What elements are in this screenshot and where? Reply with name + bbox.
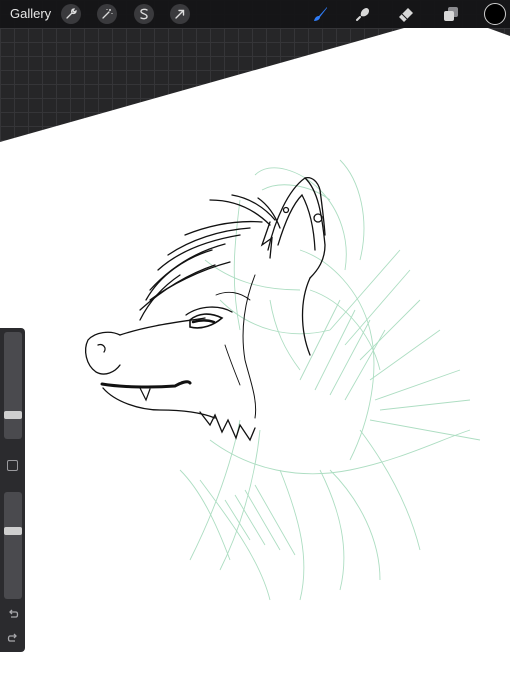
undo-button[interactable]: [5, 606, 21, 622]
modify-button[interactable]: [7, 460, 18, 471]
undo-icon: [9, 609, 19, 618]
smudge-button[interactable]: [352, 3, 374, 25]
layers-icon: [444, 7, 458, 21]
transform-button[interactable]: [170, 4, 190, 24]
smudge-icon: [356, 8, 370, 21]
redo-button[interactable]: [5, 630, 21, 646]
magic-wand-icon: [102, 9, 113, 19]
top-toolbar: Gallery: [0, 0, 510, 28]
actions-button[interactable]: [61, 4, 81, 24]
redo-icon: [7, 633, 17, 642]
brush-size-slider[interactable]: [4, 332, 22, 439]
wrench-icon: [66, 8, 77, 19]
selection-s-icon: [140, 8, 148, 20]
opacity-handle[interactable]: [4, 527, 22, 535]
opacity-slider[interactable]: [4, 492, 22, 599]
layers-button[interactable]: [440, 3, 462, 25]
canvas-paper: [0, 28, 510, 680]
adjustments-button[interactable]: [97, 4, 117, 24]
color-picker-button[interactable]: [484, 3, 506, 25]
brush-size-handle[interactable]: [4, 411, 22, 419]
eraser-icon: [399, 8, 413, 22]
brush-button[interactable]: [309, 3, 331, 25]
drawing-canvas[interactable]: [0, 0, 510, 680]
eraser-button[interactable]: [395, 3, 417, 25]
arrow-cursor-icon: [175, 9, 185, 19]
selection-button[interactable]: [134, 4, 154, 24]
gallery-button[interactable]: Gallery: [10, 6, 51, 21]
left-sidebar: [0, 328, 25, 652]
brush-icon: [314, 7, 327, 21]
